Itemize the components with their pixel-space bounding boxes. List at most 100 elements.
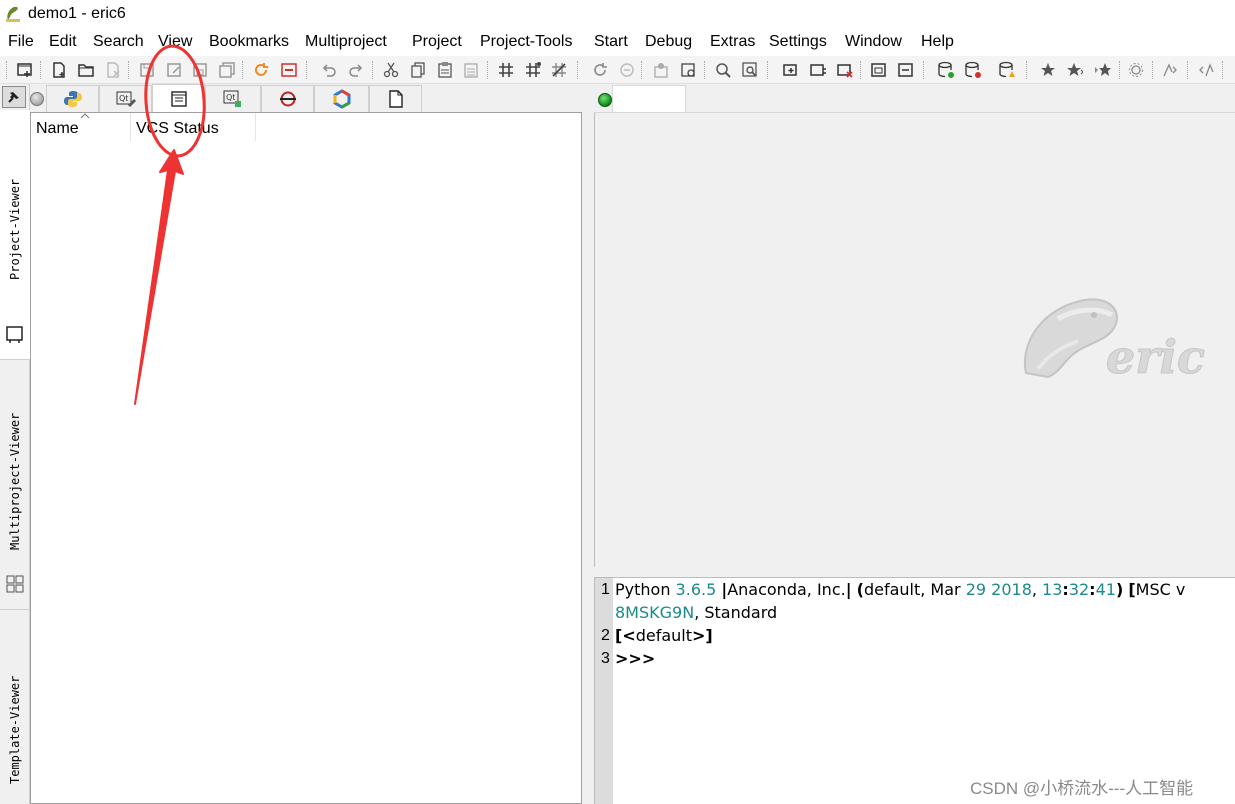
- eric-snake-icon: [6, 6, 20, 22]
- minus-circle-icon[interactable]: [617, 60, 637, 80]
- window-title: demo1 - eric6: [28, 5, 126, 22]
- hash-icon[interactable]: [496, 60, 516, 80]
- horizontal-splitter[interactable]: [594, 567, 1235, 577]
- watermark: CSDN @小桥流水---人工智能: [970, 779, 1194, 798]
- project-settings-icon[interactable]: [651, 60, 671, 80]
- column-header-vcs-status[interactable]: VCS Status: [131, 113, 256, 141]
- toolbar-separator: [6, 61, 8, 79]
- menu-multiproject[interactable]: Multiproject: [305, 33, 387, 51]
- menu-bar: File Edit Search View Bookmarks Multipro…: [0, 30, 1235, 56]
- toolbar-separator: [1187, 61, 1189, 79]
- clear-icon[interactable]: [461, 60, 481, 80]
- save-icon[interactable]: [137, 60, 157, 80]
- shell-context-line: [<default>]: [615, 626, 713, 645]
- menu-project-tools[interactable]: Project-Tools: [480, 33, 572, 51]
- bookmark-next-icon[interactable]: [1064, 60, 1084, 80]
- project-viewer-icon: [6, 326, 23, 343]
- tab-other-files[interactable]: [369, 85, 422, 112]
- search-replace-icon[interactable]: [740, 60, 760, 80]
- tab-qt-resources[interactable]: Qt: [205, 85, 261, 112]
- new-file-icon[interactable]: [49, 60, 69, 80]
- svg-text:eric: eric: [1106, 330, 1205, 384]
- add-files-icon[interactable]: [781, 60, 801, 80]
- refresh-icon[interactable]: [590, 60, 610, 80]
- project-properties-icon[interactable]: [678, 60, 698, 80]
- menu-search[interactable]: Search: [93, 33, 144, 51]
- python-shell[interactable]: 1 2 3 Python 3.6.5 |Anaconda, Inc.| (def…: [594, 577, 1235, 804]
- toolbar-separator: [704, 61, 706, 79]
- close-all-icon[interactable]: [279, 60, 299, 80]
- toolbar-separator: [487, 61, 489, 79]
- title-bar: demo1 - eric6: [0, 0, 1235, 30]
- menu-view[interactable]: View: [158, 33, 192, 51]
- bookmark-toggle-icon[interactable]: [1038, 60, 1058, 80]
- menu-start[interactable]: Start: [594, 33, 628, 51]
- bookmark-prev-icon[interactable]: [1093, 60, 1113, 80]
- menu-debug[interactable]: Debug: [645, 33, 692, 51]
- add-directory-icon[interactable]: [808, 60, 828, 80]
- database-add-icon[interactable]: [936, 60, 956, 80]
- pin-icon[interactable]: [2, 86, 26, 108]
- menu-project[interactable]: Project: [412, 33, 462, 51]
- menu-window[interactable]: Window: [845, 33, 902, 51]
- sidebar-tab-project-viewer[interactable]: Project-Viewer: [0, 110, 30, 360]
- sidebar-tab-multiproject-viewer[interactable]: Multiproject-Viewer: [0, 360, 30, 610]
- toolbar-separator: [128, 61, 130, 79]
- unindent-icon[interactable]: [1196, 60, 1216, 80]
- open-folder-icon[interactable]: [76, 60, 96, 80]
- sidebar-tab-label: Multiproject-Viewer: [8, 412, 22, 550]
- copy-icon[interactable]: [408, 60, 428, 80]
- hash-alt-icon[interactable]: [523, 60, 543, 80]
- project-viewer-tabbar: Qt Qt: [30, 84, 582, 113]
- menu-file[interactable]: File: [8, 33, 34, 51]
- paste-icon[interactable]: [435, 60, 455, 80]
- tab-qt-forms[interactable]: Qt: [99, 85, 152, 112]
- menu-settings[interactable]: Settings: [769, 33, 827, 51]
- vertical-splitter[interactable]: [582, 84, 594, 804]
- indent-icon[interactable]: [1160, 60, 1180, 80]
- status-led-icon: [598, 93, 612, 107]
- save-copy-icon[interactable]: [190, 60, 210, 80]
- toolbar-separator: [767, 61, 769, 79]
- sort-indicator-icon: [80, 113, 90, 119]
- import-icon[interactable]: [896, 60, 916, 80]
- menu-edit[interactable]: Edit: [49, 33, 77, 51]
- editor-tab[interactable]: [612, 85, 686, 113]
- save-as-icon[interactable]: [164, 60, 184, 80]
- menu-extras[interactable]: Extras: [710, 33, 755, 51]
- redo-icon[interactable]: [346, 60, 366, 80]
- menu-bookmarks[interactable]: Bookmarks: [209, 33, 289, 51]
- line-number-margin: [595, 578, 613, 804]
- line-number: 2: [601, 627, 610, 644]
- search-project-icon[interactable]: [713, 60, 733, 80]
- menu-help[interactable]: Help: [921, 33, 954, 51]
- translations-icon: [279, 91, 296, 107]
- sidebar-tab-template-viewer[interactable]: Template-Viewer: [0, 610, 30, 804]
- tab-translations[interactable]: [261, 85, 314, 112]
- database-warning-icon[interactable]: [997, 60, 1017, 80]
- save-all-icon[interactable]: [217, 60, 237, 80]
- project-others-view[interactable]: Name VCS Status: [30, 112, 582, 804]
- tab-others[interactable]: [152, 84, 205, 113]
- interfaces-icon: [333, 89, 350, 109]
- reload-icon[interactable]: [251, 60, 271, 80]
- tab-interfaces[interactable]: [314, 85, 369, 112]
- remove-files-icon[interactable]: [835, 60, 855, 80]
- cut-icon[interactable]: [381, 60, 401, 80]
- toolbar-separator: [641, 61, 643, 79]
- tab-python-sources[interactable]: [46, 85, 99, 112]
- export-icon[interactable]: [869, 60, 889, 80]
- hash-remove-icon[interactable]: [549, 60, 569, 80]
- database-remove-icon[interactable]: [963, 60, 983, 80]
- toolbar-separator: [923, 61, 925, 79]
- toolbar-separator: [306, 61, 308, 79]
- shell-prompt[interactable]: >>>: [615, 649, 655, 668]
- new-window-icon[interactable]: [15, 60, 35, 80]
- close-file-icon[interactable]: [103, 60, 123, 80]
- gear-icon[interactable]: [1126, 60, 1146, 80]
- toolbar-separator: [40, 61, 42, 79]
- toolbar-separator: [372, 61, 374, 79]
- undo-icon[interactable]: [319, 60, 339, 80]
- multiproject-viewer-icon: [6, 575, 24, 593]
- toolbar-separator: [577, 61, 579, 79]
